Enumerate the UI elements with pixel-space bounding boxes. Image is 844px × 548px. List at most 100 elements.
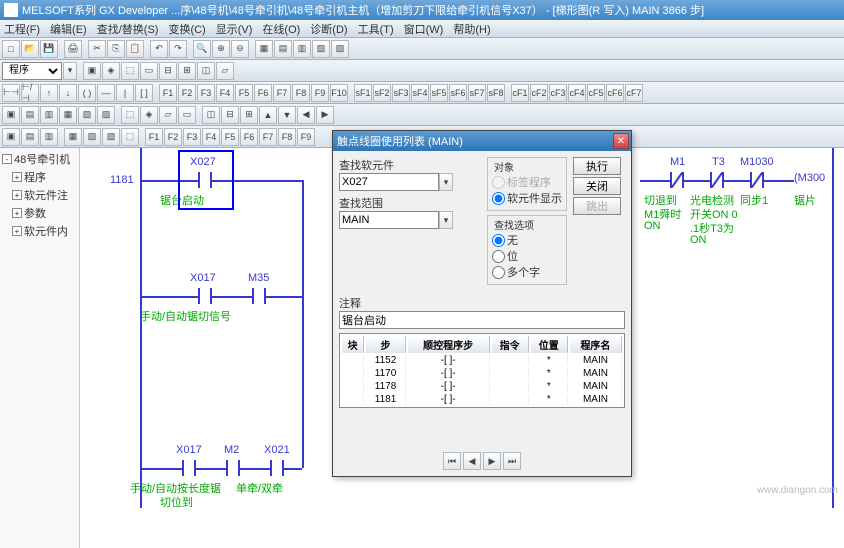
menu-convert[interactable]: 变换(C) xyxy=(168,21,205,37)
contact-x017b[interactable] xyxy=(182,460,196,476)
v12-icon[interactable]: F5 xyxy=(221,128,239,146)
f6-icon[interactable]: F6 xyxy=(254,84,272,102)
func-icon[interactable]: [ ] xyxy=(135,84,153,102)
plus-icon[interactable]: + xyxy=(12,208,22,218)
f4-icon[interactable]: F4 xyxy=(216,84,234,102)
menu-edit[interactable]: 编辑(E) xyxy=(50,21,87,37)
tree-root[interactable]: -48号牵引机 xyxy=(2,150,77,168)
col-inst[interactable]: 指令 xyxy=(492,336,529,353)
v13-icon[interactable]: F6 xyxy=(240,128,258,146)
zoom-out-icon[interactable]: ⊖ xyxy=(231,40,249,58)
sf6-icon[interactable]: sF6 xyxy=(449,84,467,102)
tree-item-device-memory[interactable]: +软元件内 xyxy=(2,222,77,240)
sf2-icon[interactable]: sF2 xyxy=(373,84,391,102)
menu-tools[interactable]: 工具(T) xyxy=(358,21,394,37)
contact-nc-icon[interactable]: ⊢/⊣ xyxy=(21,84,39,102)
cf3-icon[interactable]: cF3 xyxy=(549,84,567,102)
tool-d-icon[interactable]: ▧ xyxy=(312,40,330,58)
f3-icon[interactable]: F3 xyxy=(197,84,215,102)
radio-device-display[interactable]: 软元件显示 xyxy=(492,190,562,206)
v3-icon[interactable]: ▥ xyxy=(40,128,58,146)
tree-item-program[interactable]: +程序 xyxy=(2,168,77,186)
menu-view[interactable]: 显示(V) xyxy=(216,21,253,37)
plus-icon[interactable]: + xyxy=(12,172,22,182)
e11-icon[interactable]: ◫ xyxy=(202,106,220,124)
dialog-titlebar[interactable]: 触点线圈使用列表 (MAIN) ✕ xyxy=(333,131,631,151)
table-row[interactable]: 1181-[ ]-*MAIN xyxy=(342,394,622,405)
v4-icon[interactable]: ▦ xyxy=(64,128,82,146)
e5-icon[interactable]: ▧ xyxy=(78,106,96,124)
contact-t3[interactable] xyxy=(710,172,724,188)
e12-icon[interactable]: ⊟ xyxy=(221,106,239,124)
e4-icon[interactable]: ▦ xyxy=(59,106,77,124)
t2-g-icon[interactable]: ◫ xyxy=(197,62,215,80)
menu-online[interactable]: 在线(O) xyxy=(262,21,300,37)
coil-icon[interactable]: ( ) xyxy=(78,84,96,102)
hline-icon[interactable]: — xyxy=(97,84,115,102)
vline-icon[interactable]: | xyxy=(116,84,134,102)
menu-diagnostics[interactable]: 诊断(D) xyxy=(310,21,347,37)
t2-b-icon[interactable]: ◈ xyxy=(102,62,120,80)
f10-icon[interactable]: F10 xyxy=(330,84,348,102)
close-icon[interactable]: ✕ xyxy=(613,133,629,149)
cf2-icon[interactable]: cF2 xyxy=(530,84,548,102)
e3-icon[interactable]: ▥ xyxy=(40,106,58,124)
cf4-icon[interactable]: cF4 xyxy=(568,84,586,102)
menu-help[interactable]: 帮助(H) xyxy=(453,21,490,37)
cut-icon[interactable]: ✂ xyxy=(88,40,106,58)
redo-icon[interactable]: ↷ xyxy=(169,40,187,58)
nav-last-icon[interactable]: ⏭ xyxy=(503,452,521,470)
e9-icon[interactable]: ▱ xyxy=(159,106,177,124)
radio-label-program[interactable]: 标签程序 xyxy=(492,174,562,190)
t2-f-icon[interactable]: ⊞ xyxy=(178,62,196,80)
e10-icon[interactable]: ▭ xyxy=(178,106,196,124)
find-icon[interactable]: 🔍 xyxy=(193,40,211,58)
tree-item-device-comment[interactable]: +软元件注 xyxy=(2,186,77,204)
plus-icon[interactable]: + xyxy=(12,226,22,236)
tool-c-icon[interactable]: ▥ xyxy=(293,40,311,58)
open-icon[interactable]: 📂 xyxy=(21,40,39,58)
menu-file[interactable]: 工程(F) xyxy=(4,21,40,37)
e2-icon[interactable]: ▤ xyxy=(21,106,39,124)
radio-bit[interactable]: 位 xyxy=(492,248,562,264)
table-row[interactable]: 1170-[ ]-*MAIN xyxy=(342,368,622,379)
f2-icon[interactable]: F2 xyxy=(178,84,196,102)
col-seqstep[interactable]: 顺控程序步 xyxy=(408,336,490,353)
sf3-icon[interactable]: sF3 xyxy=(392,84,410,102)
sf4-icon[interactable]: sF4 xyxy=(411,84,429,102)
paste-icon[interactable]: 📋 xyxy=(126,40,144,58)
t2-d-icon[interactable]: ▭ xyxy=(140,62,158,80)
t2-c-icon[interactable]: ⬚ xyxy=(121,62,139,80)
sf8-icon[interactable]: sF8 xyxy=(487,84,505,102)
v15-icon[interactable]: F8 xyxy=(278,128,296,146)
cf7-icon[interactable]: cF7 xyxy=(625,84,643,102)
radio-multiword[interactable]: 多个字 xyxy=(492,264,562,280)
e8-icon[interactable]: ◈ xyxy=(140,106,158,124)
contact-p-icon[interactable]: ↑ xyxy=(40,84,58,102)
save-icon[interactable]: 💾 xyxy=(40,40,58,58)
v9-icon[interactable]: F2 xyxy=(164,128,182,146)
cf6-icon[interactable]: cF6 xyxy=(606,84,624,102)
plus-icon[interactable]: + xyxy=(12,190,22,200)
v2-icon[interactable]: ▤ xyxy=(21,128,39,146)
col-prg[interactable]: 程序名 xyxy=(570,336,622,353)
copy-icon[interactable]: ⎘ xyxy=(107,40,125,58)
e1-icon[interactable]: ▣ xyxy=(2,106,20,124)
f7-icon[interactable]: F7 xyxy=(273,84,291,102)
sf7-icon[interactable]: sF7 xyxy=(468,84,486,102)
col-block[interactable]: 块 xyxy=(342,336,364,353)
cf5-icon[interactable]: cF5 xyxy=(587,84,605,102)
dropdown-icon[interactable]: ▾ xyxy=(439,211,453,229)
find-range-input[interactable] xyxy=(339,211,439,229)
t2-h-icon[interactable]: ▱ xyxy=(216,62,234,80)
v1-icon[interactable]: ▣ xyxy=(2,128,20,146)
contact-x017[interactable] xyxy=(198,288,212,304)
e6-icon[interactable]: ▨ xyxy=(97,106,115,124)
radio-none[interactable]: 无 xyxy=(492,232,562,248)
comment-input[interactable] xyxy=(339,311,625,329)
contact-m1[interactable] xyxy=(670,172,684,188)
new-icon[interactable]: □ xyxy=(2,40,20,58)
nav-first-icon[interactable]: ⏮ xyxy=(443,452,461,470)
menu-search[interactable]: 查找/替换(S) xyxy=(97,21,159,37)
menu-window[interactable]: 窗口(W) xyxy=(404,21,444,37)
